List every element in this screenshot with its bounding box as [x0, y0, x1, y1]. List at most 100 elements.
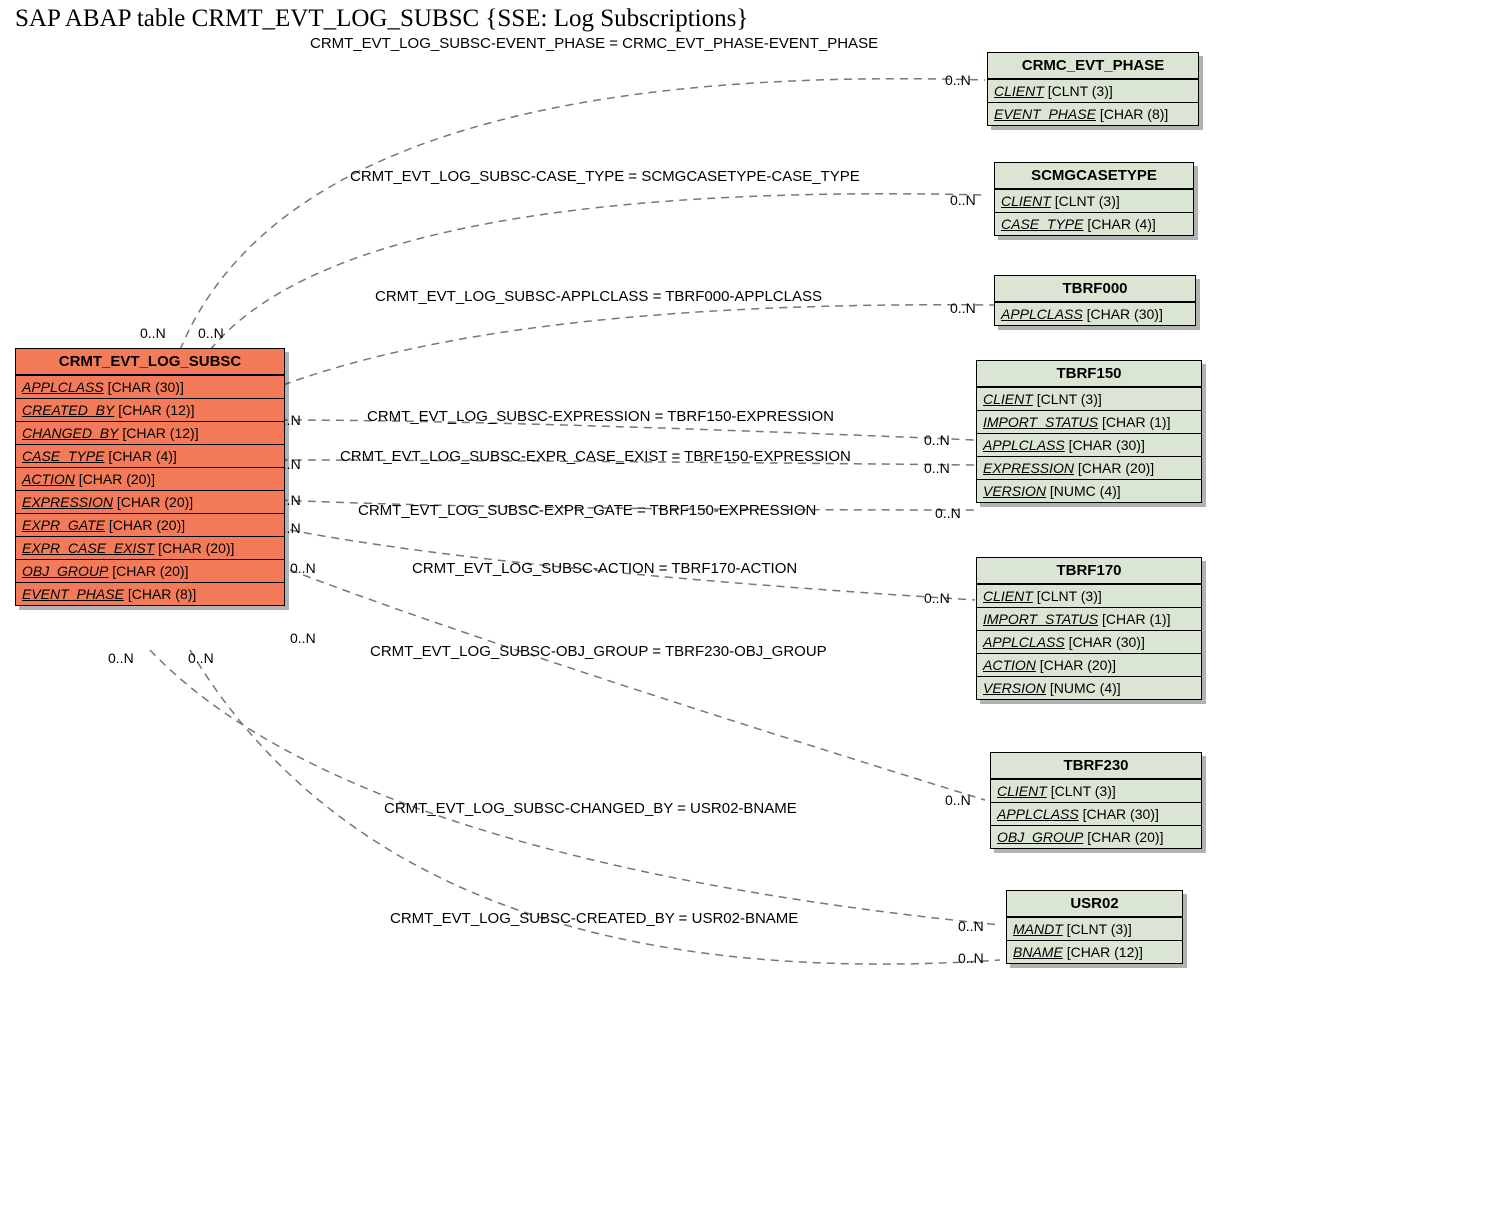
- table-row: IMPORT_STATUS [CHAR (1)]: [977, 410, 1201, 433]
- table-tbrf230: TBRF230 CLIENT [CLNT (3)] APPLCLASS [CHA…: [990, 752, 1202, 849]
- field-name: CREATED_BY: [22, 402, 114, 418]
- cardinality: 0..N: [945, 72, 971, 88]
- table-tbrf150: TBRF150 CLIENT [CLNT (3)] IMPORT_STATUS …: [976, 360, 1202, 503]
- page-title: SAP ABAP table CRMT_EVT_LOG_SUBSC {SSE: …: [15, 5, 748, 33]
- field-name: CLIENT: [997, 783, 1047, 799]
- table-row: EXPR_CASE_EXIST [CHAR (20)]: [16, 536, 284, 559]
- field-name: CLIENT: [994, 83, 1044, 99]
- field-type: [CHAR (12)]: [1067, 944, 1143, 960]
- field-type: [CHAR (20)]: [158, 540, 234, 556]
- field-type: [CHAR (1)]: [1102, 611, 1170, 627]
- cardinality: 0..N: [958, 918, 984, 934]
- table-name: TBRF150: [977, 361, 1201, 387]
- table-main: CRMT_EVT_LOG_SUBSC APPLCLASS [CHAR (30)]…: [15, 348, 285, 606]
- field-type: [CHAR (30)]: [108, 379, 184, 395]
- field-type: [CLNT (3)]: [1037, 391, 1102, 407]
- cardinality: 0..N: [950, 192, 976, 208]
- relation-label-0: CRMT_EVT_LOG_SUBSC-EVENT_PHASE = CRMC_EV…: [310, 35, 878, 52]
- field-name: ACTION: [983, 657, 1036, 673]
- table-row: CLIENT [CLNT (3)]: [995, 189, 1193, 212]
- field-type: [CHAR (8)]: [1100, 106, 1168, 122]
- relation-label-3: CRMT_EVT_LOG_SUBSC-EXPRESSION = TBRF150-…: [367, 408, 834, 425]
- field-type: [CHAR (4)]: [1087, 216, 1155, 232]
- cardinality: 0..N: [924, 590, 950, 606]
- relation-label-9: CRMT_EVT_LOG_SUBSC-CREATED_BY = USR02-BN…: [390, 910, 798, 927]
- field-type: [CHAR (30)]: [1087, 306, 1163, 322]
- table-tbrf000: TBRF000 APPLCLASS [CHAR (30)]: [994, 275, 1196, 326]
- field-type: [CLNT (3)]: [1055, 193, 1120, 209]
- table-row: APPLCLASS [CHAR (30)]: [977, 630, 1201, 653]
- field-name: EVENT_PHASE: [994, 106, 1096, 122]
- relation-label-1: CRMT_EVT_LOG_SUBSC-CASE_TYPE = SCMGCASET…: [350, 168, 860, 185]
- cardinality: 0..N: [290, 630, 316, 646]
- field-type: [CHAR (20)]: [1040, 657, 1116, 673]
- table-row: OBJ_GROUP [CHAR (20)]: [991, 825, 1201, 848]
- field-name: APPLCLASS: [983, 634, 1065, 650]
- cardinality: 0..N: [188, 650, 214, 666]
- field-name: OBJ_GROUP: [997, 829, 1083, 845]
- table-row: CASE_TYPE [CHAR (4)]: [16, 444, 284, 467]
- field-type: [CHAR (12)]: [122, 425, 198, 441]
- table-row: APPLCLASS [CHAR (30)]: [977, 433, 1201, 456]
- field-type: [CHAR (20)]: [1078, 460, 1154, 476]
- table-tbrf170: TBRF170 CLIENT [CLNT (3)] IMPORT_STATUS …: [976, 557, 1202, 700]
- table-row: EXPR_GATE [CHAR (20)]: [16, 513, 284, 536]
- table-row: BNAME [CHAR (12)]: [1007, 940, 1182, 963]
- field-type: [CHAR (30)]: [1069, 437, 1145, 453]
- field-type: [CHAR (20)]: [79, 471, 155, 487]
- field-name: VERSION: [983, 680, 1046, 696]
- table-row: MANDT [CLNT (3)]: [1007, 917, 1182, 940]
- table-row: OBJ_GROUP [CHAR (20)]: [16, 559, 284, 582]
- table-usr02: USR02 MANDT [CLNT (3)] BNAME [CHAR (12)]: [1006, 890, 1183, 964]
- field-type: [CHAR (12)]: [118, 402, 194, 418]
- field-name: APPLCLASS: [1001, 306, 1083, 322]
- field-name: APPLCLASS: [983, 437, 1065, 453]
- field-name: CLIENT: [983, 391, 1033, 407]
- table-row: VERSION [NUMC (4)]: [977, 676, 1201, 699]
- cardinality: 0..N: [140, 325, 166, 341]
- field-name: CLIENT: [983, 588, 1033, 604]
- field-name: EVENT_PHASE: [22, 586, 124, 602]
- table-row: CLIENT [CLNT (3)]: [977, 584, 1201, 607]
- field-type: [CLNT (3)]: [1037, 588, 1102, 604]
- field-name: CLIENT: [1001, 193, 1051, 209]
- field-name: BNAME: [1013, 944, 1063, 960]
- table-row: EVENT_PHASE [CHAR (8)]: [16, 582, 284, 605]
- table-name: USR02: [1007, 891, 1182, 917]
- table-row: CLIENT [CLNT (3)]: [988, 79, 1198, 102]
- field-name: APPLCLASS: [997, 806, 1079, 822]
- field-type: [CLNT (3)]: [1048, 83, 1113, 99]
- cardinality: 0..N: [924, 460, 950, 476]
- table-row: ACTION [CHAR (20)]: [977, 653, 1201, 676]
- table-row: ACTION [CHAR (20)]: [16, 467, 284, 490]
- table-name: TBRF230: [991, 753, 1201, 779]
- field-type: [CHAR (20)]: [1087, 829, 1163, 845]
- table-row: EVENT_PHASE [CHAR (8)]: [988, 102, 1198, 125]
- cardinality: 0..N: [945, 792, 971, 808]
- relation-label-7: CRMT_EVT_LOG_SUBSC-OBJ_GROUP = TBRF230-O…: [370, 643, 827, 660]
- field-type: [CHAR (1)]: [1102, 414, 1170, 430]
- field-name: IMPORT_STATUS: [983, 611, 1098, 627]
- table-crmc: CRMC_EVT_PHASE CLIENT [CLNT (3)] EVENT_P…: [987, 52, 1199, 126]
- field-name: ACTION: [22, 471, 75, 487]
- table-row: CHANGED_BY [CHAR (12)]: [16, 421, 284, 444]
- table-row: VERSION [NUMC (4)]: [977, 479, 1201, 502]
- table-row: APPLCLASS [CHAR (30)]: [991, 802, 1201, 825]
- field-name: CHANGED_BY: [22, 425, 118, 441]
- relation-label-5: CRMT_EVT_LOG_SUBSC-EXPR_GATE = TBRF150-E…: [358, 502, 816, 519]
- field-type: [CLNT (3)]: [1051, 783, 1116, 799]
- field-name: IMPORT_STATUS: [983, 414, 1098, 430]
- table-row: CLIENT [CLNT (3)]: [991, 779, 1201, 802]
- cardinality: 0..N: [108, 650, 134, 666]
- field-type: [CHAR (20)]: [109, 517, 185, 533]
- field-type: [CHAR (20)]: [112, 563, 188, 579]
- field-name: EXPR_CASE_EXIST: [22, 540, 154, 556]
- table-row: CREATED_BY [CHAR (12)]: [16, 398, 284, 421]
- cardinality: 0..N: [290, 560, 316, 576]
- table-row: APPLCLASS [CHAR (30)]: [16, 375, 284, 398]
- table-name: SCMGCASETYPE: [995, 163, 1193, 189]
- relation-label-6: CRMT_EVT_LOG_SUBSC-ACTION = TBRF170-ACTI…: [412, 560, 797, 577]
- table-name: CRMT_EVT_LOG_SUBSC: [16, 349, 284, 375]
- cardinality: 0..N: [950, 300, 976, 316]
- field-name: EXPR_GATE: [22, 517, 105, 533]
